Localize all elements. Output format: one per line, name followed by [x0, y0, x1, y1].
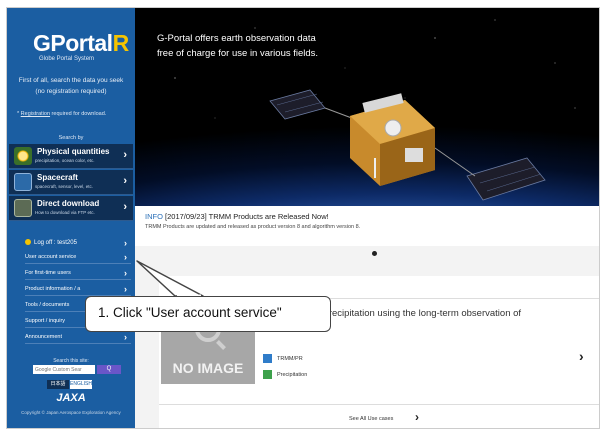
hero-banner: G-Portal offers earth observation data f… — [135, 8, 599, 206]
instruction-callout: 1. Click "User account service" — [85, 296, 331, 332]
chevron-right-icon[interactable]: › — [579, 348, 584, 364]
sun-icon — [14, 147, 32, 165]
chevron-right-icon: › — [124, 238, 127, 248]
carousel-dot[interactable] — [372, 251, 377, 256]
search-by-label: Search by — [58, 135, 84, 141]
gportal-logo[interactable]: GPortalR — [33, 32, 129, 55]
info-detail: TRMM Products are updated and released a… — [145, 224, 361, 230]
search-label: Search this site: — [53, 358, 89, 364]
intro-text: First of all, search the data you seek (… — [18, 77, 124, 95]
sensor-icon — [263, 354, 272, 364]
sidebar-item-product-information[interactable]: Product information / a › — [25, 282, 131, 296]
divider — [159, 404, 599, 405]
chevron-right-icon: › — [124, 252, 127, 262]
user-icon — [25, 239, 31, 246]
tag-trmm-pr: TRMM/PR — [263, 354, 303, 364]
browser-frame: GPortalR Globe Portal System First of al… — [6, 7, 600, 429]
registration-note: * Registration required for download. — [17, 111, 107, 117]
chevron-right-icon: › — [124, 332, 127, 342]
hero-headline-line1: G-Portal offers earth observation data — [157, 33, 316, 44]
search-button[interactable]: Q — [97, 365, 121, 374]
sidebar: GPortalR Globe Portal System First of al… — [7, 8, 135, 428]
monitor-icon — [14, 199, 32, 217]
hero-headline-line2: free of charge for use in various fields… — [157, 48, 319, 59]
chevron-right-icon: › — [123, 175, 127, 187]
chevron-right-icon: › — [124, 268, 127, 278]
tag-precipitation: Precipitation — [263, 370, 307, 380]
chevron-right-icon: › — [123, 149, 127, 161]
sidebar-item-first-time-users[interactable]: For first-time users › — [25, 266, 131, 280]
info-headline: INFO [2017/09/23] TRMM Products are Rele… — [145, 212, 329, 221]
info-label: INFO — [145, 212, 163, 221]
language-english-button[interactable]: ENGLISH — [70, 380, 92, 389]
logoff-link[interactable]: Log off : test205 › — [25, 236, 131, 250]
chevron-right-icon[interactable]: › — [415, 410, 419, 424]
nav-spacecraft[interactable]: Spacecraft spacecraft, sensor, level, et… — [9, 170, 133, 195]
chevron-right-icon: › — [124, 284, 127, 294]
sidebar-item-announcement[interactable]: Announcement › — [25, 330, 131, 344]
info-banner[interactable]: INFO [2017/09/23] TRMM Products are Rele… — [135, 206, 599, 246]
nav-direct-download[interactable]: Direct download How to download via FTP … — [9, 196, 133, 221]
jaxa-logo[interactable]: JAXA — [7, 392, 135, 404]
see-all-use-cases-link[interactable]: See All Use cases — [349, 416, 393, 422]
language-japanese-button[interactable]: 日本語 — [47, 380, 69, 389]
chevron-right-icon: › — [123, 201, 127, 213]
logo-subtitle: Globe Portal System — [39, 56, 95, 62]
precipitation-icon — [263, 370, 272, 380]
search-input[interactable] — [33, 365, 95, 374]
registration-link[interactable]: Registration — [21, 111, 50, 117]
nav-physical-quantities[interactable]: Physical quantities precipitation, ocean… — [9, 144, 133, 169]
copyright: Copyright © Japan Aerospace Exploration … — [21, 410, 121, 415]
sidebar-item-user-account-service[interactable]: User account service › — [25, 250, 131, 264]
satellite-icon — [14, 173, 32, 191]
